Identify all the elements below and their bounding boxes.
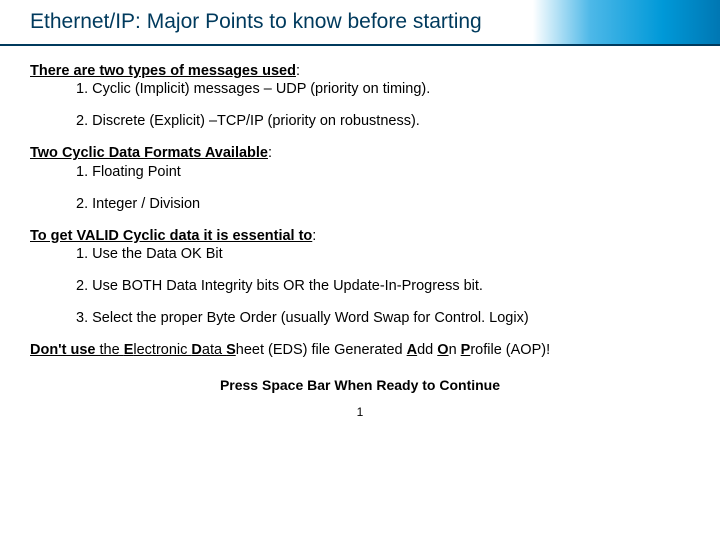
list-item: 1. Floating Point (76, 163, 690, 181)
warning-line: Don't use the Electronic Data Sheet (EDS… (30, 341, 690, 359)
list-item: 2. Use BOTH Data Integrity bits OR the U… (76, 277, 690, 295)
section-messages: There are two types of messages used: 1.… (30, 62, 690, 130)
list-item: 2. Integer / Division (76, 195, 690, 213)
page-number: 1 (30, 405, 690, 420)
slide-content: There are two types of messages used: 1.… (0, 46, 720, 420)
list-item: 2. Discrete (Explicit) –TCP/IP (priority… (76, 112, 690, 130)
section3-heading: To get VALID Cyclic data it is essential… (30, 228, 312, 244)
section-valid: To get VALID Cyclic data it is essential… (30, 227, 690, 328)
title-bar: Ethernet/IP: Major Points to know before… (0, 0, 720, 46)
list-item: 1. Cyclic (Implicit) messages – UDP (pri… (76, 80, 690, 98)
section-formats: Two Cyclic Data Formats Available: 1. Fl… (30, 144, 690, 212)
section2-heading: Two Cyclic Data Formats Available (30, 145, 268, 161)
page-title: Ethernet/IP: Major Points to know before… (30, 10, 720, 34)
footer-instruction: Press Space Bar When Ready to Continue (30, 377, 690, 395)
list-item: 1. Use the Data OK Bit (76, 245, 690, 263)
section1-heading: There are two types of messages used (30, 63, 296, 79)
list-item: 3. Select the proper Byte Order (usually… (76, 309, 690, 327)
